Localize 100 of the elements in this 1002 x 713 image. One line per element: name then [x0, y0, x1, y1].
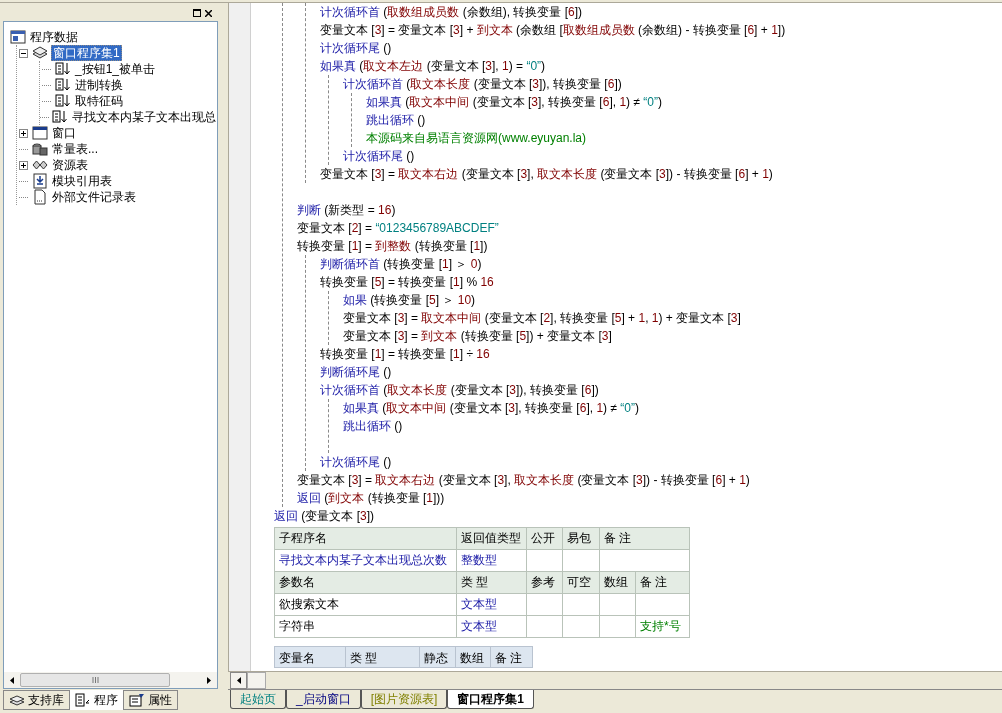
code-line: 计次循环首 (取文本长度 (变量文本 [3]), 转换变量 [6]) [320, 382, 599, 399]
panel-tab[interactable]: 支持库 [3, 690, 70, 710]
column-header: 备 注 [600, 528, 690, 550]
editor-tab[interactable]: [图片资源表] [360, 690, 448, 709]
close-button[interactable] [203, 7, 214, 19]
column-header: 备 注 [636, 572, 690, 594]
method-icon [55, 61, 71, 77]
panel-tab[interactable]: 属性 [123, 690, 178, 710]
column-header: 参考 [527, 572, 563, 594]
expand-icon[interactable] [18, 160, 28, 170]
column-header: 数组 [456, 647, 491, 668]
left-arrow-icon [10, 676, 14, 684]
code-line: 如果真 (取文本中间 (变量文本 [3], 转换变量 [6], 1) ≠ “0”) [343, 400, 639, 417]
code-line: 变量文本 [3] = 变量文本 [3] + 到文本 (余数组 [取数组成员数 (余数组) - 转换变量 [6] + 1]) [320, 22, 786, 39]
column-header: 易包 [563, 528, 600, 550]
code-line: 转换变量 [1] = 到整数 (转换变量 [1]) [297, 238, 488, 255]
right-arrow-icon [207, 676, 211, 684]
app-icon [10, 29, 26, 45]
code-line: 本源码来自易语言资源网(www.eyuyan.la) [366, 130, 587, 147]
code-line: 如果真 (取文本左边 (变量文本 [3], 1) = “0”) [320, 58, 546, 75]
column-header: 可空 [563, 572, 600, 594]
code-line: 返回 (变量文本 [3]) [274, 508, 375, 525]
code-line: 跳出循环 () [343, 418, 403, 435]
properties-icon [129, 693, 145, 707]
table-cell: 文本型 [457, 616, 527, 638]
tree-item[interactable]: 进制转换 [74, 78, 124, 92]
code-line: 变量文本 [2] = “0123456789ABCDEF” [297, 220, 499, 237]
table-cell: 文本型 [457, 594, 527, 616]
close-icon [205, 9, 212, 17]
code-line: 变量文本 [3] = 取文本右边 (变量文本 [3], 取文本长度 (变量文本 [3]) - 转换变量 [6] + 1) [320, 166, 773, 183]
code-line: 如果 (转换变量 [5] ＞ 10) [343, 292, 476, 309]
code-line: 计次循环尾 () [343, 148, 415, 165]
code-line: 如果真 (取文本中间 (变量文本 [3], 转换变量 [6], 1) ≠ “0”) [366, 94, 662, 111]
column-header: 参数名 [275, 572, 457, 594]
panel-tab[interactable]: 程序 [70, 690, 123, 710]
table-cell [563, 594, 600, 616]
column-header: 公开 [527, 528, 563, 550]
left-arrow-icon [236, 677, 241, 684]
code-line: 判断 (新类型 = 16) [297, 202, 396, 219]
tree-item[interactable]: 窗口程序集1 [51, 45, 122, 61]
scrollbar-thumb[interactable] [20, 673, 170, 687]
scrollbar-thumb[interactable] [247, 672, 266, 689]
column-header: 变量名 [275, 647, 346, 668]
tree-item[interactable]: 资源表 [51, 158, 89, 172]
tree-item[interactable]: _按钮1_被单击 [74, 62, 157, 76]
code-line: 计次循环尾 () [320, 40, 392, 57]
scroll-left-button[interactable] [230, 672, 247, 689]
table-cell [600, 594, 636, 616]
code-line: 返回 (到文本 (转换变量 [1])) [297, 490, 445, 507]
code-line: 转换变量 [1] = 转换变量 [1] ÷ 16 [320, 346, 490, 363]
import-icon [32, 173, 48, 189]
code-line: 转换变量 [5] = 转换变量 [1] % 16 [320, 274, 494, 291]
stack-icon [32, 45, 48, 61]
expand-icon[interactable] [18, 128, 28, 138]
grip-icon [91, 677, 99, 683]
horizontal-scrollbar[interactable] [4, 672, 217, 688]
collapse-icon[interactable] [18, 48, 28, 58]
code-line: 判断循环尾 () [320, 364, 392, 381]
method-icon [52, 109, 68, 125]
code-line: 跳出循环 () [366, 112, 426, 129]
document-icon [32, 189, 48, 205]
table-cell [636, 594, 690, 616]
method-icon [75, 693, 91, 707]
method-icon [55, 77, 71, 93]
column-header: 子程序名 [275, 528, 457, 550]
code-line: 变量文本 [3] = 取文本右边 (变量文本 [3], 取文本长度 (变量文本 [3]) - 转换变量 [6] + 1) [297, 472, 750, 489]
code-line: 判断循环首 (转换变量 [1] ＞ 0) [320, 256, 482, 273]
column-header: 静态 [420, 647, 456, 668]
tree-item[interactable]: 取特征码 [74, 94, 124, 108]
tree-item[interactable]: 程序数据 [29, 30, 79, 44]
code-line: 计次循环首 (取文本长度 (变量文本 [3]), 转换变量 [6]) [343, 76, 622, 93]
table-cell [563, 616, 600, 638]
tree-item[interactable]: 外部文件记录表 [51, 190, 137, 204]
books-icon [9, 693, 25, 707]
maximize-icon [192, 9, 201, 17]
code-line: 变量文本 [3] = 到文本 (转换变量 [5]) + 变量文本 [3] [343, 328, 612, 345]
column-header: 返回值类型 [457, 528, 527, 550]
tree-item[interactable]: 模块引用表 [51, 174, 113, 188]
table-cell [527, 594, 563, 616]
editor-tab[interactable]: _启动窗口 [286, 690, 361, 709]
editor-tab[interactable]: 起始页 [230, 690, 286, 709]
horizontal-scrollbar[interactable] [228, 671, 1002, 689]
code-line: 计次循环首 (取数组成员数 (余数组), 转换变量 [6]) [320, 4, 583, 21]
column-header: 数组 [600, 572, 636, 594]
table-cell [600, 616, 636, 638]
cylinders-icon [32, 141, 48, 157]
column-header: 类 型 [457, 572, 527, 594]
tree-item[interactable]: 寻找文本内某子文本出现总 [71, 110, 217, 124]
code-line: 计次循环尾 () [320, 454, 392, 471]
editor-tab[interactable]: 窗口程序集1 [447, 690, 535, 709]
column-header: 备 注 [491, 647, 533, 668]
tree-item[interactable]: 窗口 [51, 126, 77, 140]
table-cell: 欲搜索文本 [275, 594, 457, 616]
code-line: 变量文本 [3] = 取文本中间 (变量文本 [2], 转换变量 [5] + 1, 1) + 变量文本 [3] [343, 310, 741, 327]
maximize-button[interactable] [191, 7, 202, 19]
method-icon [55, 93, 71, 109]
table-cell [527, 616, 563, 638]
window-icon [32, 125, 48, 141]
table-cell: 字符串 [275, 616, 457, 638]
tree-item[interactable]: 常量表... [51, 142, 99, 156]
